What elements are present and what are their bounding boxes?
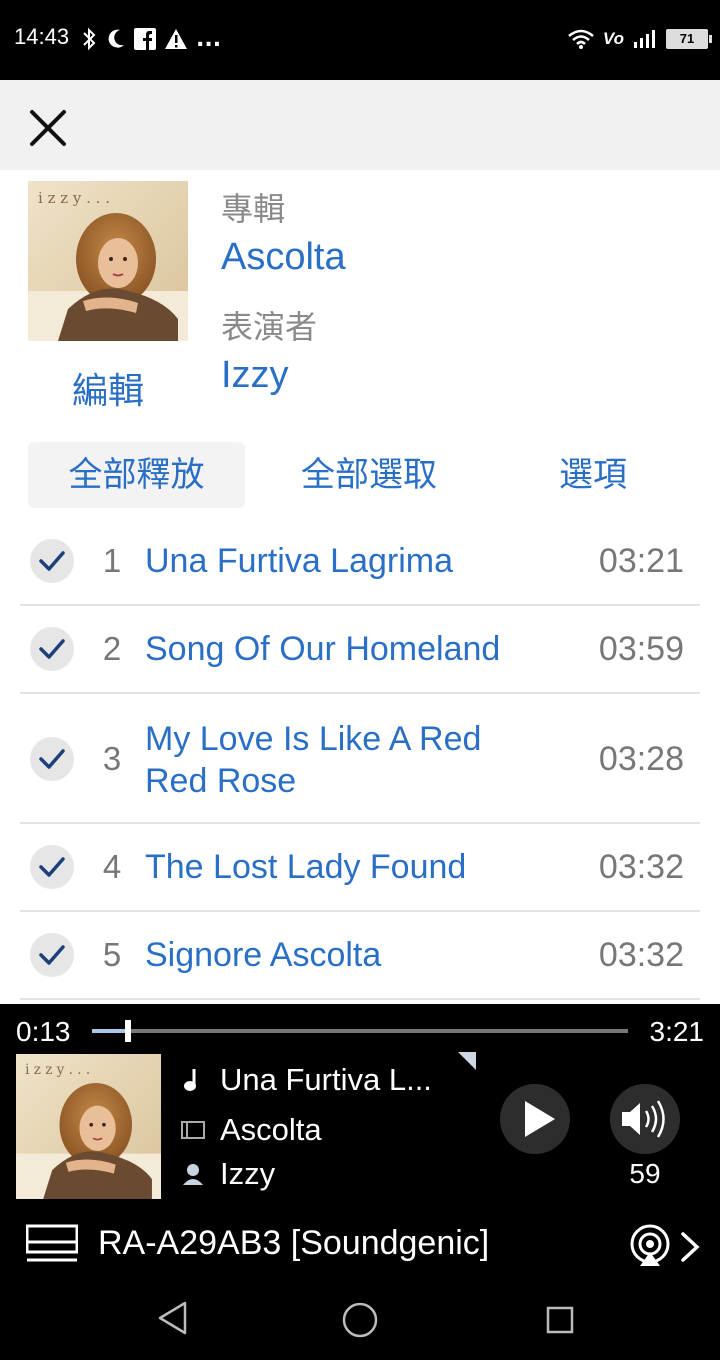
- track-title[interactable]: The Lost Lady Found: [145, 846, 535, 888]
- total-time: 3:21: [649, 1016, 705, 1047]
- track-duration: 03:59: [598, 630, 684, 668]
- album-icon: [180, 1117, 206, 1143]
- status-icons-right: Vo 71: [567, 22, 712, 56]
- warning-icon: [165, 29, 187, 49]
- track-row[interactable]: 5 Signore Ascolta 03:32: [20, 912, 700, 1000]
- volte-indicator: Vo: [602, 29, 624, 48]
- facebook-icon: [134, 28, 156, 50]
- now-playing-cover[interactable]: i z z y . . .: [16, 1054, 161, 1199]
- now-playing-title-line: Una Furtiva L...: [180, 1062, 432, 1098]
- header-bar: [0, 80, 720, 170]
- status-icons-left: ...: [80, 22, 221, 56]
- bluetooth-icon: [83, 27, 96, 51]
- airplay-icon[interactable]: [628, 1224, 672, 1268]
- track-row[interactable]: 2 Song Of Our Homeland 03:59: [20, 606, 700, 694]
- now-playing-album-line: Ascolta: [180, 1112, 322, 1148]
- album-label: 專輯: [221, 190, 286, 228]
- check-icon[interactable]: [30, 627, 74, 671]
- track-duration: 03:32: [598, 848, 684, 886]
- battery-indicator: 71: [666, 29, 712, 49]
- album-detail: i z z y . . . 編輯 專輯 Ascolta 表演者 Izzy 全部釋…: [0, 170, 720, 1004]
- track-number: 3: [102, 740, 122, 777]
- album-cover[interactable]: i z z y . . .: [28, 181, 188, 341]
- track-number: 1: [102, 542, 122, 579]
- now-playing-artist: Izzy: [220, 1156, 276, 1191]
- track-title[interactable]: My Love Is Like A Red Red Rose: [145, 718, 525, 802]
- close-icon[interactable]: [26, 106, 70, 150]
- check-icon[interactable]: [30, 737, 74, 781]
- chevron-right-icon[interactable]: [678, 1230, 702, 1264]
- edit-button[interactable]: 編輯: [28, 362, 188, 414]
- track-row[interactable]: 1 Una Furtiva Lagrima 03:21: [20, 518, 700, 606]
- artist-name[interactable]: Izzy: [221, 354, 289, 397]
- release-all-button[interactable]: 全部釋放: [28, 442, 245, 508]
- track-number: 2: [102, 630, 122, 667]
- corner-indicator: [458, 1052, 476, 1070]
- track-title[interactable]: Signore Ascolta: [145, 934, 535, 976]
- now-playing-bar: 0:13 3:21 i z z y . . . Una Furtiva L...…: [0, 1004, 720, 1360]
- options-button[interactable]: 選項: [498, 442, 688, 508]
- home-icon[interactable]: [342, 1302, 378, 1338]
- progress-fill: [92, 1029, 129, 1033]
- select-all-button[interactable]: 全部選取: [260, 442, 478, 508]
- cover-text: i z z y . . .: [25, 1062, 90, 1078]
- more-notifications: ...: [196, 26, 222, 52]
- track-list: 1 Una Furtiva Lagrima 03:21 2 Song Of Ou…: [20, 518, 700, 1000]
- action-row: 全部釋放 全部選取 選項: [28, 442, 692, 508]
- check-icon[interactable]: [30, 933, 74, 977]
- progress-slider[interactable]: [92, 1020, 628, 1042]
- wifi-icon: [568, 29, 594, 49]
- back-icon[interactable]: [156, 1300, 190, 1336]
- artist-label: 表演者: [221, 308, 318, 346]
- music-note-icon: [180, 1067, 206, 1093]
- track-duration: 03:32: [598, 936, 684, 974]
- album-name[interactable]: Ascolta: [221, 236, 346, 279]
- network-player-icon[interactable]: [26, 1224, 78, 1266]
- signal-icon: [634, 30, 655, 48]
- progress-knob[interactable]: [125, 1020, 132, 1042]
- now-playing-album: Ascolta: [220, 1112, 322, 1147]
- elapsed-time: 0:13: [16, 1016, 71, 1047]
- track-title[interactable]: Song Of Our Homeland: [145, 628, 535, 670]
- track-number: 4: [102, 848, 122, 885]
- volume-level: 59: [629, 1158, 661, 1189]
- track-duration: 03:28: [598, 740, 684, 778]
- track-duration: 03:21: [598, 542, 684, 580]
- now-playing-artist-line: Izzy: [180, 1156, 275, 1192]
- moon-icon: [108, 29, 124, 48]
- track-row[interactable]: 3 My Love Is Like A Red Red Rose 03:28: [20, 694, 700, 824]
- check-icon[interactable]: [30, 845, 74, 889]
- status-bar: 14:43 ... Vo 71: [0, 0, 720, 80]
- status-time: 14:43: [14, 24, 70, 49]
- now-playing-title[interactable]: Una Furtiva L...: [220, 1062, 432, 1098]
- recent-apps-icon[interactable]: [546, 1306, 574, 1334]
- check-icon[interactable]: [30, 539, 74, 583]
- track-title[interactable]: Una Furtiva Lagrima: [145, 540, 535, 582]
- volume-button[interactable]: [610, 1084, 680, 1154]
- track-number: 5: [102, 936, 122, 973]
- play-button[interactable]: [500, 1084, 570, 1154]
- device-name[interactable]: RA-A29AB3 [Soundgenic]: [98, 1224, 489, 1263]
- cover-text: i z z y . . .: [38, 189, 110, 207]
- person-icon: [180, 1161, 206, 1187]
- track-row[interactable]: 4 The Lost Lady Found 03:32: [20, 824, 700, 912]
